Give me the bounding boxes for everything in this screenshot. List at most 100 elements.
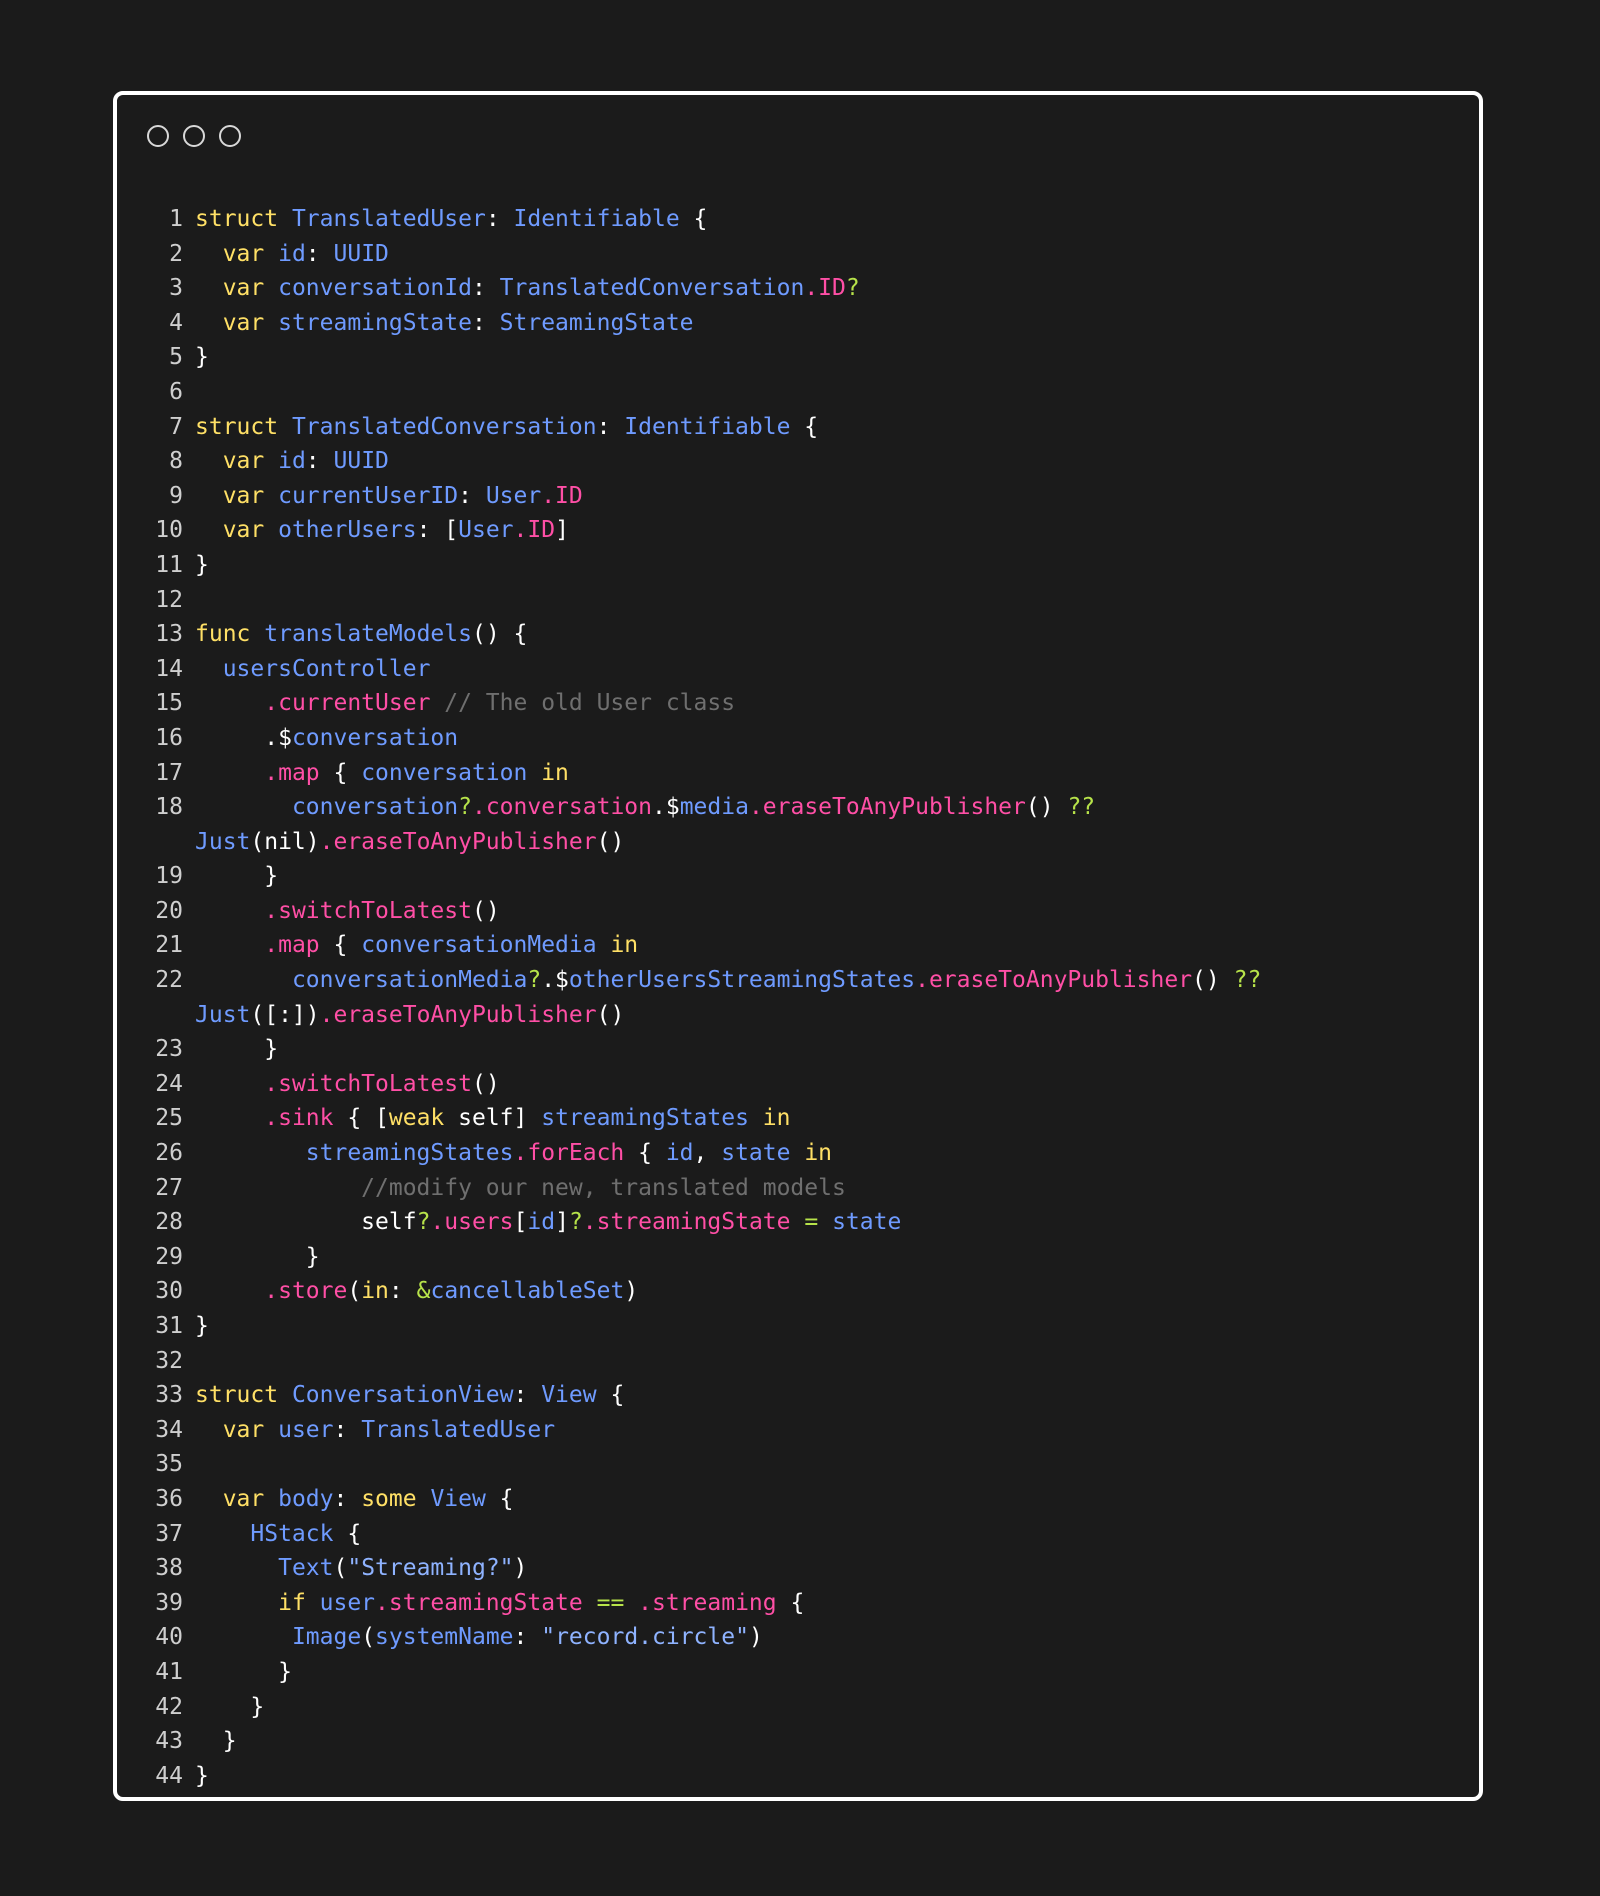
code-token: .ID	[804, 275, 846, 302]
code-token: weak	[388, 1105, 445, 1132]
line-number: 8	[169, 448, 183, 475]
line-number: 1	[169, 206, 183, 232]
code-token: .$	[541, 967, 569, 994]
code-line: 43 }	[117, 1724, 1479, 1759]
line-number: 2	[169, 240, 183, 267]
code-token: self	[195, 1209, 417, 1236]
code-window: 1 struct TranslatedUser: Identifiable {2 …	[113, 91, 1483, 1801]
line-number: 18	[155, 794, 183, 821]
line-code: }	[195, 1309, 1479, 1344]
code-line: 13 func translateModels() {	[117, 617, 1479, 652]
code-token: )	[513, 1555, 528, 1582]
line-code: .switchToLatest()	[195, 1067, 1479, 1102]
code-token: {	[319, 932, 362, 959]
code-token: }	[195, 1036, 279, 1063]
line-number: 38	[155, 1555, 183, 1582]
code-token: :	[596, 413, 625, 440]
code-token: ]	[555, 1209, 569, 1236]
code-token: ()	[471, 1070, 500, 1097]
line-number: 31	[155, 1313, 183, 1339]
line-code: }	[195, 1655, 1479, 1690]
line-code: struct TranslatedConversation: Identifia…	[195, 410, 1479, 445]
line-code: self?.users[id]?.streamingState = state	[195, 1205, 1479, 1240]
line-number: 3	[169, 275, 183, 302]
code-line: 17 .map { conversation in	[117, 756, 1479, 791]
line-code: func translateModels() {	[195, 617, 1479, 652]
code-token: in	[541, 759, 569, 786]
line-number: 12	[155, 586, 183, 613]
line-code: struct ConversationView: View {	[195, 1378, 1479, 1413]
code-token: }	[195, 1313, 209, 1339]
code-token: body	[278, 1485, 334, 1512]
code-line: 9 var currentUserID: User.ID	[117, 479, 1479, 514]
line-number: 4	[169, 309, 183, 336]
code-line: 33 struct ConversationView: View {	[117, 1378, 1479, 1413]
code-line: 26 streamingStates.forEach { id, state i…	[117, 1136, 1479, 1171]
code-token: [	[513, 1209, 528, 1236]
line-code: }	[195, 1759, 1479, 1794]
code-block: 1 struct TranslatedUser: Identifiable {2 …	[117, 202, 1479, 1793]
code-token: conversationMedia	[361, 932, 611, 959]
code-token: usersController	[222, 655, 431, 682]
code-token: //modify our new, translated models	[361, 1174, 846, 1201]
code-token: user	[278, 1416, 334, 1443]
line-number: 17	[155, 759, 183, 786]
line-code: .switchToLatest()	[195, 894, 1479, 929]
code-token: &	[416, 1278, 431, 1305]
code-token: in	[762, 1105, 791, 1132]
window-control-circle-3[interactable]	[219, 125, 241, 147]
code-token: conversationMedia	[291, 967, 528, 994]
code-line: 11}	[117, 548, 1479, 583]
code-token: TranslatedConversation	[499, 275, 805, 302]
code-token: }	[195, 1728, 237, 1755]
code-token: struct	[195, 206, 292, 232]
line-number: 34	[155, 1416, 183, 1443]
code-token: .streamingState	[375, 1589, 583, 1616]
code-line: 37 HStack {	[117, 1517, 1479, 1552]
code-token: var	[222, 1485, 279, 1512]
code-token: // The old User class	[444, 690, 736, 717]
code-token: {	[776, 1589, 805, 1616]
line-code: var streamingState: StreamingState	[195, 306, 1479, 341]
line-number: 44	[155, 1762, 183, 1789]
code-token: .eraseToAnyPublisher	[748, 794, 1026, 821]
code-token: }	[195, 344, 209, 371]
code-line: 30 .store(in: &cancellableSet)	[117, 1274, 1479, 1309]
code-line: 42 }	[117, 1690, 1479, 1725]
code-token: streamingState	[278, 309, 472, 336]
code-line: 6	[117, 375, 1479, 410]
code-token: var	[222, 448, 279, 475]
code-line: 25 .sink { [weak self] streamingStates i…	[117, 1101, 1479, 1136]
code-line: 36 var body: some View {	[117, 1482, 1479, 1517]
code-token: (nil)	[250, 828, 320, 855]
line-code: }	[195, 1032, 1479, 1067]
code-token: ?	[568, 1209, 583, 1236]
code-token: id	[665, 1140, 694, 1167]
code-token: var	[222, 240, 279, 267]
code-line: 38 Text("Streaming?")	[117, 1551, 1479, 1586]
window-control-circle-1[interactable]	[147, 125, 169, 147]
code-token: in	[610, 932, 639, 959]
code-token: streamingStates	[541, 1105, 763, 1132]
line-number: 14	[155, 655, 183, 682]
window-control-circle-2[interactable]	[183, 125, 205, 147]
line-code: var id: UUID	[195, 237, 1479, 272]
line-number: 42	[155, 1693, 183, 1720]
code-token: ()	[596, 1001, 625, 1028]
code-token: .map	[264, 932, 320, 959]
code-line: 24 .switchToLatest()	[117, 1067, 1479, 1102]
line-number: 36	[155, 1485, 183, 1512]
code-line: 44}	[117, 1759, 1479, 1794]
line-number: 5	[169, 344, 183, 371]
code-token: struct	[195, 1382, 292, 1409]
code-line: 1 struct TranslatedUser: Identifiable {	[117, 202, 1479, 237]
code-line: 41 }	[117, 1655, 1479, 1690]
code-token: Image	[291, 1624, 362, 1651]
code-token: () {	[471, 621, 528, 648]
